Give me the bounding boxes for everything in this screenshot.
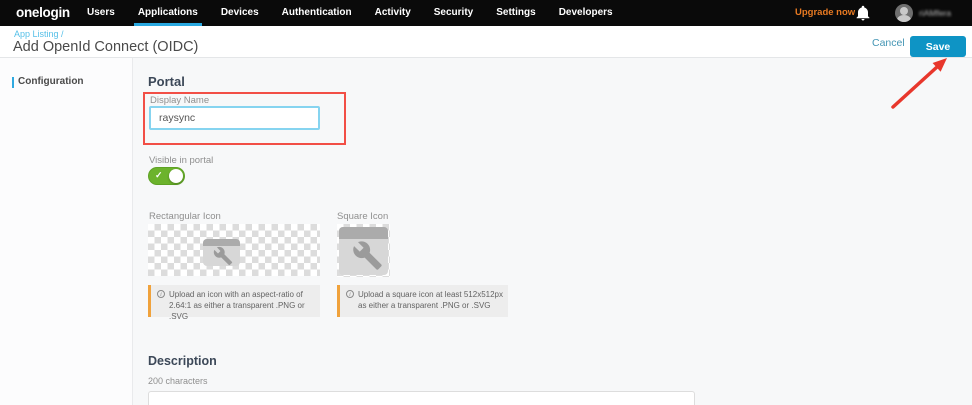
- nav-item-users[interactable]: Users: [87, 0, 115, 26]
- nav-item-settings[interactable]: Settings: [496, 0, 535, 26]
- toggle-knob: [169, 169, 183, 183]
- top-navigation-bar: onelogin Users Applications Devices Auth…: [0, 0, 972, 26]
- square-icon-info-note: i Upload a square icon at least 512x512p…: [337, 285, 508, 317]
- sidebar-item-label: Configuration: [18, 76, 84, 87]
- portal-section-heading: Portal: [148, 74, 185, 89]
- app-window-titlebar-shape: [203, 239, 240, 246]
- settings-sidebar: Configuration: [0, 58, 133, 405]
- visible-in-portal-label: Visible in portal: [149, 155, 213, 166]
- avatar-body-shape: [897, 15, 911, 22]
- info-icon: i: [157, 290, 165, 298]
- user-avatar[interactable]: [895, 4, 913, 22]
- rectangular-icon-upload-area[interactable]: [148, 224, 320, 276]
- rectangular-icon-label: Rectangular Icon: [149, 211, 221, 222]
- square-icon-upload-area[interactable]: [337, 224, 390, 277]
- square-icon-info-text: Upload a square icon at least 512x512px …: [358, 289, 503, 311]
- display-name-input[interactable]: [149, 106, 320, 130]
- save-button[interactable]: Save: [910, 36, 966, 57]
- rectangular-icon-info-text: Upload an icon with an aspect-ratio of 2…: [169, 289, 315, 322]
- nav-item-developers[interactable]: Developers: [559, 0, 613, 26]
- breadcrumb[interactable]: App Listing /: [14, 29, 64, 39]
- nav-item-activity[interactable]: Activity: [375, 0, 411, 26]
- nav-item-security[interactable]: Security: [434, 0, 473, 26]
- main-nav: Users Applications Devices Authenticatio…: [87, 0, 636, 26]
- page-title: Add OpenId Connect (OIDC): [13, 39, 198, 55]
- wrench-icon: [352, 240, 383, 271]
- avatar-head-shape: [900, 7, 908, 15]
- description-char-limit-label: 200 characters: [148, 376, 208, 386]
- nav-item-authentication[interactable]: Authentication: [282, 0, 352, 26]
- toggle-check-icon: ✓: [155, 170, 163, 181]
- description-section-heading: Description: [148, 354, 217, 368]
- rectangular-icon-info-note: i Upload an icon with an aspect-ratio of…: [148, 285, 320, 317]
- upgrade-now-link[interactable]: Upgrade now: [795, 0, 855, 26]
- description-textarea[interactable]: [148, 391, 695, 405]
- visible-in-portal-toggle[interactable]: ✓: [148, 167, 185, 185]
- square-app-placeholder-icon: [339, 227, 388, 275]
- square-icon-label: Square Icon: [337, 211, 388, 222]
- wrench-icon: [213, 246, 233, 266]
- rectangular-app-placeholder-icon: [203, 239, 240, 266]
- active-indicator-bar: [12, 77, 14, 88]
- username-label[interactable]: riAMfera: [919, 8, 951, 18]
- onelogin-logo[interactable]: onelogin: [16, 0, 70, 26]
- display-name-label: Display Name: [150, 95, 209, 106]
- page-header: App Listing / Add OpenId Connect (OIDC) …: [0, 26, 972, 58]
- info-icon: i: [346, 290, 354, 298]
- annotation-arrow: [880, 55, 960, 115]
- sidebar-item-configuration[interactable]: Configuration: [0, 74, 133, 90]
- notification-bell-icon[interactable]: [855, 5, 871, 21]
- nav-item-applications[interactable]: Applications: [138, 0, 198, 26]
- app-window-titlebar-shape: [339, 227, 388, 239]
- nav-item-devices[interactable]: Devices: [221, 0, 259, 26]
- cancel-button[interactable]: Cancel: [872, 37, 905, 49]
